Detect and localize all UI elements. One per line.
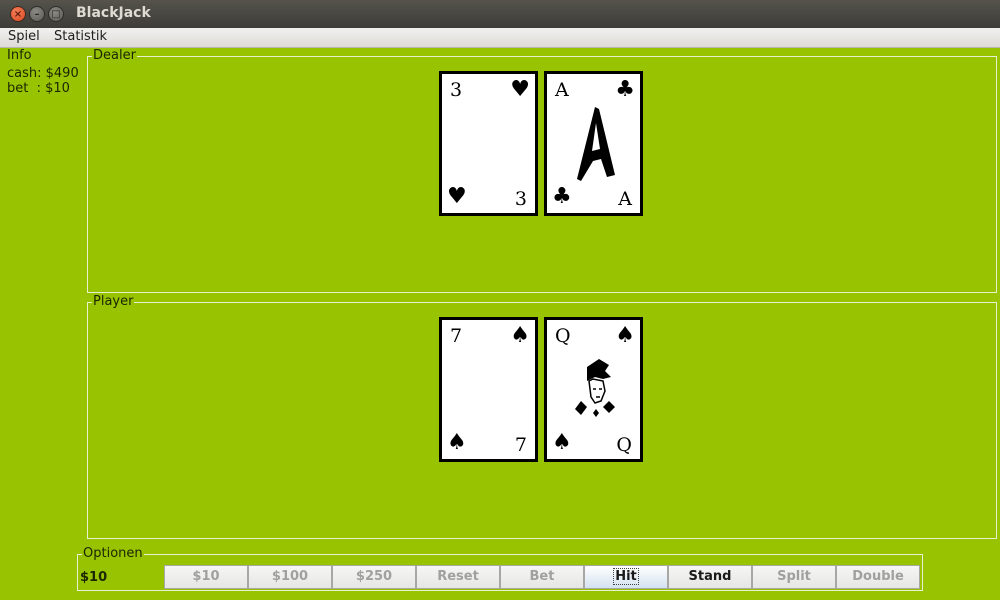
- spade-icon: ♠: [615, 323, 635, 348]
- selected-bet-value: $10: [80, 570, 108, 585]
- window-title: BlackJack: [76, 5, 151, 21]
- options-title: Optionen: [82, 546, 144, 562]
- cash-label: cash: $490: [7, 66, 79, 81]
- maximize-window-button[interactable]: □: [48, 6, 64, 22]
- bet-10-button[interactable]: $10: [164, 565, 248, 589]
- reset-button[interactable]: Reset: [416, 565, 500, 589]
- club-icon: ♣: [552, 184, 572, 209]
- dealer-area: Dealer: [87, 48, 997, 293]
- dealer-card-1: 3 ♥ ♥ 3: [439, 71, 538, 216]
- split-button[interactable]: Split: [752, 565, 836, 589]
- player-card-2: Q ♠ ♠ Q: [544, 317, 643, 462]
- card-rank: 7: [450, 325, 463, 347]
- spade-icon: ♠: [447, 430, 467, 455]
- player-card-1: 7 ♠ ♠ 7: [439, 317, 538, 462]
- info-group-title: Info: [6, 48, 33, 64]
- card-rank: Q: [555, 325, 571, 347]
- card-rank: A: [618, 188, 632, 210]
- card-rank: 3: [514, 188, 527, 210]
- bet-250-button[interactable]: $250: [332, 565, 416, 589]
- hit-button[interactable]: Hit: [584, 565, 668, 589]
- queen-face-icon: [575, 359, 615, 417]
- dealer-card-2: A ♣ ♣ A: [544, 71, 643, 216]
- card-rank: Q: [616, 434, 632, 456]
- minimize-window-button[interactable]: –: [29, 6, 45, 22]
- menu-spiel[interactable]: Spiel: [8, 29, 40, 44]
- double-button[interactable]: Double: [836, 565, 920, 589]
- close-window-button[interactable]: ×: [10, 6, 26, 22]
- card-rank: 7: [514, 434, 527, 456]
- heart-icon: ♥: [447, 184, 467, 209]
- title-bar: × – □ BlackJack: [0, 0, 1000, 28]
- player-area: Player: [87, 294, 997, 539]
- heart-icon: ♥: [510, 77, 530, 102]
- bet-100-button[interactable]: $100: [248, 565, 332, 589]
- player-title: Player: [92, 294, 135, 310]
- club-icon: ♣: [615, 77, 635, 102]
- card-rank: 3: [450, 79, 463, 101]
- menu-bar: Spiel Statistik: [0, 28, 1000, 48]
- stand-button[interactable]: Stand: [668, 565, 752, 589]
- menu-statistik[interactable]: Statistik: [54, 29, 107, 44]
- dealer-title: Dealer: [92, 48, 137, 64]
- ace-letter-icon: [577, 107, 615, 181]
- spade-icon: ♠: [552, 430, 572, 455]
- bet-button[interactable]: Bet: [500, 565, 584, 589]
- card-rank: A: [555, 79, 569, 101]
- bet-label: bet : $10: [7, 81, 70, 96]
- spade-icon: ♠: [510, 323, 530, 348]
